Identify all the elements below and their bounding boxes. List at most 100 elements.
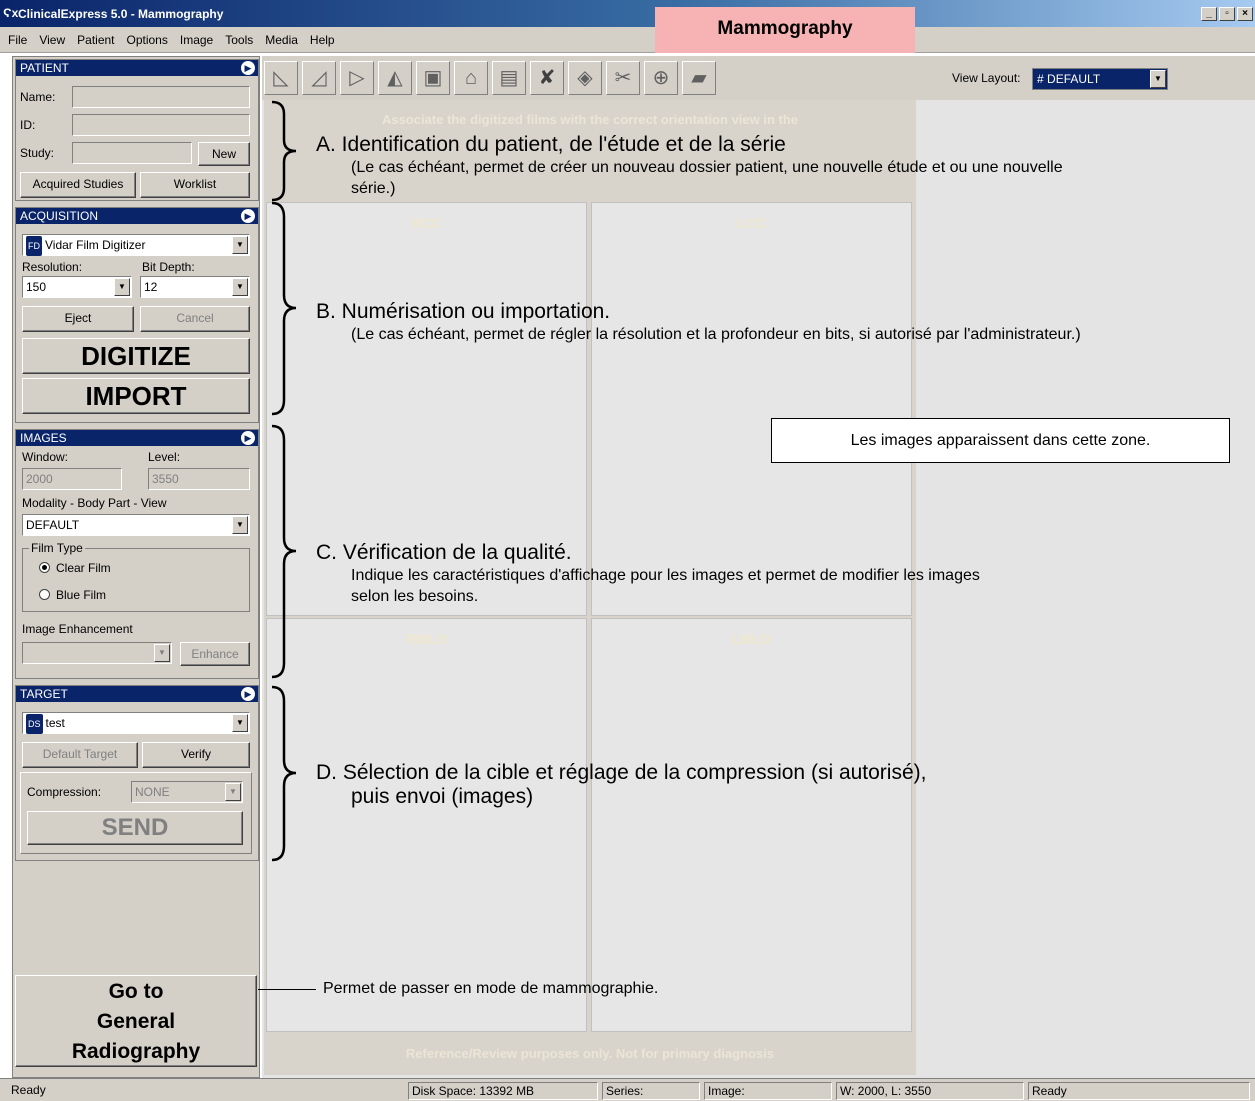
worklist-button[interactable]: Worklist [140,172,250,198]
study-field[interactable] [72,142,192,164]
enhance-button[interactable]: Enhance [180,642,250,666]
brace-b [271,201,297,416]
enhancement-label: Image Enhancement [22,622,133,636]
film-type-group: Film Type Clear Film Blue Film [22,541,250,612]
viewport-label: LMLO [731,631,772,647]
menu-view[interactable]: View [39,33,65,47]
home-icon[interactable]: ⌂ [454,61,488,95]
fit-icon[interactable]: ▣ [416,61,450,95]
import-button[interactable]: IMPORT [22,378,250,414]
chevron-down-icon[interactable]: ▼ [154,644,170,662]
chevron-down-icon[interactable]: ▼ [225,783,241,801]
cancel-button[interactable]: Cancel [140,306,250,332]
level-field[interactable]: 3550 [148,468,250,490]
annotation-a-text: (Le cas échéant, permet de créer un nouv… [351,159,1063,197]
viewport-label: RCC [411,215,442,231]
zoom-icon[interactable]: ⊕ [644,61,678,95]
target-select[interactable]: DS test ▼ [22,712,250,734]
digitize-button[interactable]: DIGITIZE [22,338,250,374]
viewport-rmlo[interactable]: RMLO [266,618,587,1032]
view-layout-select[interactable]: # DEFAULT ▼ [1032,68,1168,90]
chevron-down-icon[interactable]: ▼ [232,236,248,254]
minimize-button[interactable]: _ [1201,7,1217,21]
annotation-a-title: A. Identification du patient, de l'étude… [316,133,786,156]
menu-tools[interactable]: Tools [225,33,253,47]
delete-icon[interactable]: ✘ [530,61,564,95]
viewport-label: LCC [737,215,766,231]
annotation-c-text: Indique les caractéristiques d'affichage… [351,567,980,605]
close-button[interactable]: × [1237,7,1253,21]
blue-film-label: Blue Film [56,588,107,602]
target-section: TARGET ▶ DS test ▼ Default Target Verify … [15,685,259,861]
resolution-value: 150 [26,280,47,294]
go-to-general-radiography-button[interactable]: Go to General Radiography [15,975,257,1067]
menu-patient[interactable]: Patient [77,33,114,47]
annotation-b-title: B. Numérisation ou importation. [316,300,611,323]
acquisition-header[interactable]: ACQUISITION ▶ [16,208,258,224]
id-field[interactable] [72,114,250,136]
window-field[interactable]: 2000 [22,468,122,490]
hanger-top-note: Associate the digitized films with the c… [381,112,799,127]
device-value: Vidar Film Digitizer [45,238,146,252]
blue-film-radio[interactable]: Blue Film [39,588,106,602]
collapse-icon[interactable]: ▶ [241,209,255,223]
maximize-button[interactable]: ▫ [1219,7,1235,21]
radio-on-icon [39,562,50,573]
images-zone-note: Les images apparaissent dans cette zone. [771,418,1230,463]
menu-file[interactable]: File [8,33,27,47]
annotation-d: D. Sélection de la cible et réglage de l… [316,761,926,809]
chevron-down-icon[interactable]: ▼ [232,278,248,296]
chevron-down-icon[interactable]: ▼ [232,516,248,534]
chevron-down-icon[interactable]: ▼ [1150,70,1166,88]
resolution-label: Resolution: [22,260,83,274]
cut-icon[interactable]: ✂ [606,61,640,95]
viewport-lmlo[interactable]: LMLO [591,618,912,1032]
acquired-studies-button[interactable]: Acquired Studies [20,172,136,198]
name-field[interactable] [72,86,250,108]
name-label: Name: [20,90,56,104]
patient-header-label: PATIENT [20,61,69,75]
menu-bar: File View Patient Options Image Tools Me… [0,27,1255,53]
fill-icon[interactable]: ◈ [568,61,602,95]
menu-media[interactable]: Media [265,33,298,47]
modality-select[interactable]: DEFAULT ▼ [22,514,250,536]
resolution-select[interactable]: 150 ▼ [22,276,132,298]
images-header[interactable]: IMAGES ▶ [16,430,258,446]
device-select[interactable]: FD Vidar Film Digitizer ▼ [22,234,250,256]
disk-space: Disk Space: 13392 MB [408,1082,598,1100]
status-right: Ready [1028,1082,1250,1100]
menu-help[interactable]: Help [310,33,335,47]
compression-select[interactable]: NONE ▼ [131,781,243,803]
annotation-d-title-line2: puis envoi (images) [351,785,534,808]
bitdepth-select[interactable]: 12 ▼ [140,276,250,298]
default-target-button[interactable]: Default Target [22,742,138,768]
send-button[interactable]: SEND [27,811,243,845]
patient-section: PATIENT ▶ Name: ID: Study: New Acquired … [15,59,259,201]
flip-right-icon[interactable]: ◿ [302,61,336,95]
hanger-bottom-note: Reference/Review purposes only. Not for … [405,1046,775,1061]
status-left: Ready [11,1083,46,1097]
brace-d [271,685,297,862]
left-panel: PATIENT ▶ Name: ID: Study: New Acquired … [12,56,260,1078]
collapse-icon[interactable]: ▶ [241,431,255,445]
play-icon[interactable]: ▷ [340,61,374,95]
collapse-icon[interactable]: ▶ [241,687,255,701]
enhancement-select[interactable]: ▼ [22,642,172,664]
new-button[interactable]: New [198,142,250,166]
chevron-down-icon[interactable]: ▼ [232,714,248,732]
target-header[interactable]: TARGET ▶ [16,686,258,702]
mirror-icon[interactable]: ◭ [378,61,412,95]
menu-options[interactable]: Options [127,33,168,47]
clear-film-radio[interactable]: Clear Film [39,561,111,575]
patient-header[interactable]: PATIENT ▶ [16,60,258,76]
flip-left-icon[interactable]: ◺ [264,61,298,95]
page-icon[interactable]: ▤ [492,61,526,95]
compression-label: Compression: [27,785,102,799]
annotation-c-title: C. Vérification de la qualité. [316,541,572,564]
menu-image[interactable]: Image [180,33,213,47]
eject-button[interactable]: Eject [22,306,134,332]
chevron-down-icon[interactable]: ▼ [114,278,130,296]
chat-icon[interactable]: ▰ [682,61,716,95]
verify-button[interactable]: Verify [142,742,250,768]
collapse-icon[interactable]: ▶ [241,61,255,75]
